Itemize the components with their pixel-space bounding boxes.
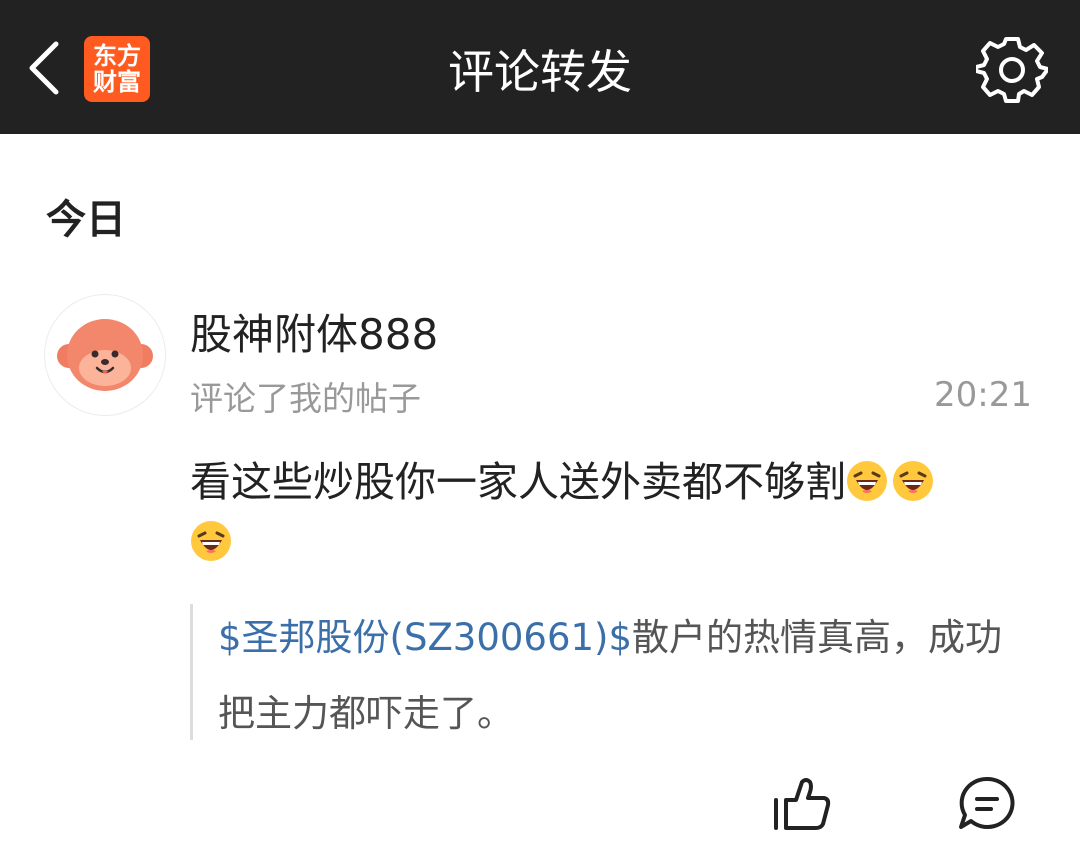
stock-link[interactable]: $圣邦股份(SZ300661)$ <box>218 616 632 659</box>
laughing-emoji-icon <box>847 461 887 501</box>
timestamp: 20:21 <box>934 375 1032 415</box>
reply-button[interactable] <box>952 770 1022 838</box>
comment-bubble-icon <box>959 776 1015 829</box>
laughing-emoji-icon <box>893 461 933 501</box>
avatar[interactable] <box>44 294 166 416</box>
comment-content: 看这些炒股你一家人送外卖都不够割 <box>190 452 1032 572</box>
page-title: 评论转发 <box>448 45 632 99</box>
monkey-avatar-icon <box>57 319 153 391</box>
top-bar: 东方 财富 评论转发 <box>0 0 1080 134</box>
thumbs-up-icon <box>774 778 831 830</box>
quoted-post[interactable]: $圣邦股份(SZ300661)$散户的热情真高，成功把主力都吓走了。 <box>190 604 1029 740</box>
comment-text: 看这些炒股你一家人送外卖都不够割 <box>190 458 846 506</box>
username[interactable]: 股神附体888 <box>190 306 438 364</box>
quoted-post-text: $圣邦股份(SZ300661)$散户的热情真高，成功把主力都吓走了。 <box>218 600 1029 752</box>
like-button[interactable] <box>768 770 836 838</box>
gear-icon <box>976 37 1048 103</box>
section-title: 今日 <box>46 197 126 243</box>
settings-button[interactable] <box>970 30 1054 110</box>
laughing-emoji-icon <box>191 521 231 561</box>
notification-action: 评论了我的帖子 <box>190 379 421 418</box>
